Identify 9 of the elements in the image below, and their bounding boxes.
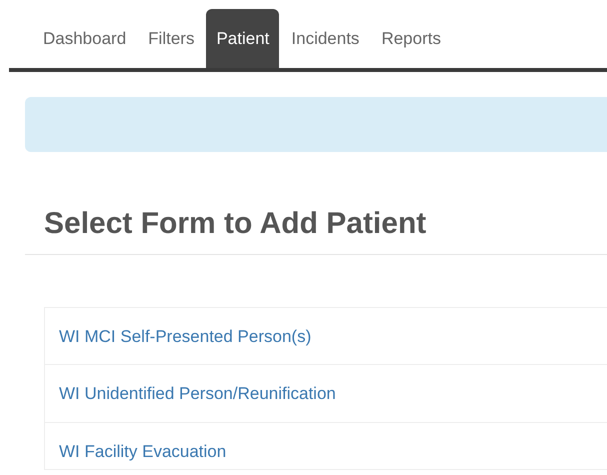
nav-tab[interactable]: Filters [138,9,204,68]
form-link[interactable]: WI MCI Self-Presented Person(s) [44,307,607,365]
nav-tab[interactable]: Incidents [281,9,370,68]
form-link[interactable]: WI Facility Evacuation [44,423,607,470]
form-link[interactable]: WI Unidentified Person/Reunification [44,365,607,423]
nav-tab[interactable]: Dashboard [33,9,136,68]
nav-tab[interactable]: Patient [206,9,280,68]
nav-tab[interactable]: Reports [371,9,451,68]
page-heading: Select Form to Add Patient [44,206,428,242]
